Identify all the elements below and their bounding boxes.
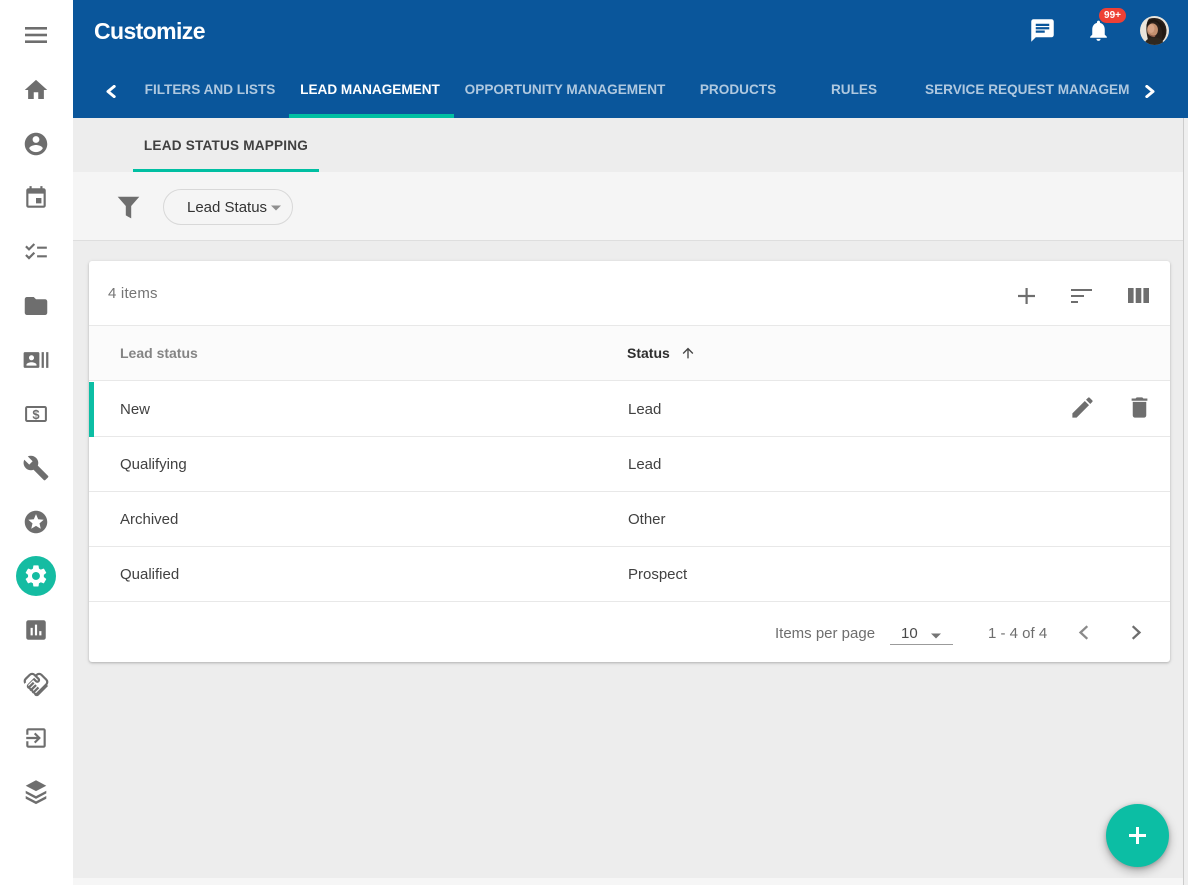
svg-text:$: $ [32,407,39,422]
